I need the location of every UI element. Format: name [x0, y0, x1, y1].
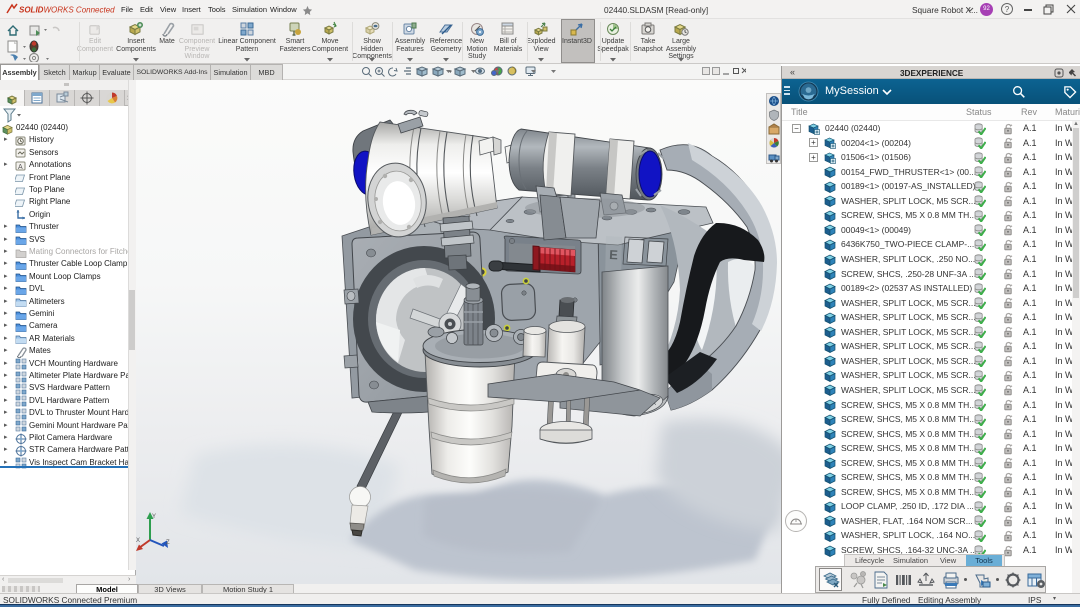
svg-text:Y: Y	[152, 514, 156, 520]
svg-text:Z: Z	[166, 540, 170, 546]
svg-text:A: A	[18, 164, 23, 171]
svg-text:SOLIDWORKS Connected: SOLIDWORKS Connected	[19, 6, 115, 15]
svg-text:X: X	[136, 538, 140, 544]
